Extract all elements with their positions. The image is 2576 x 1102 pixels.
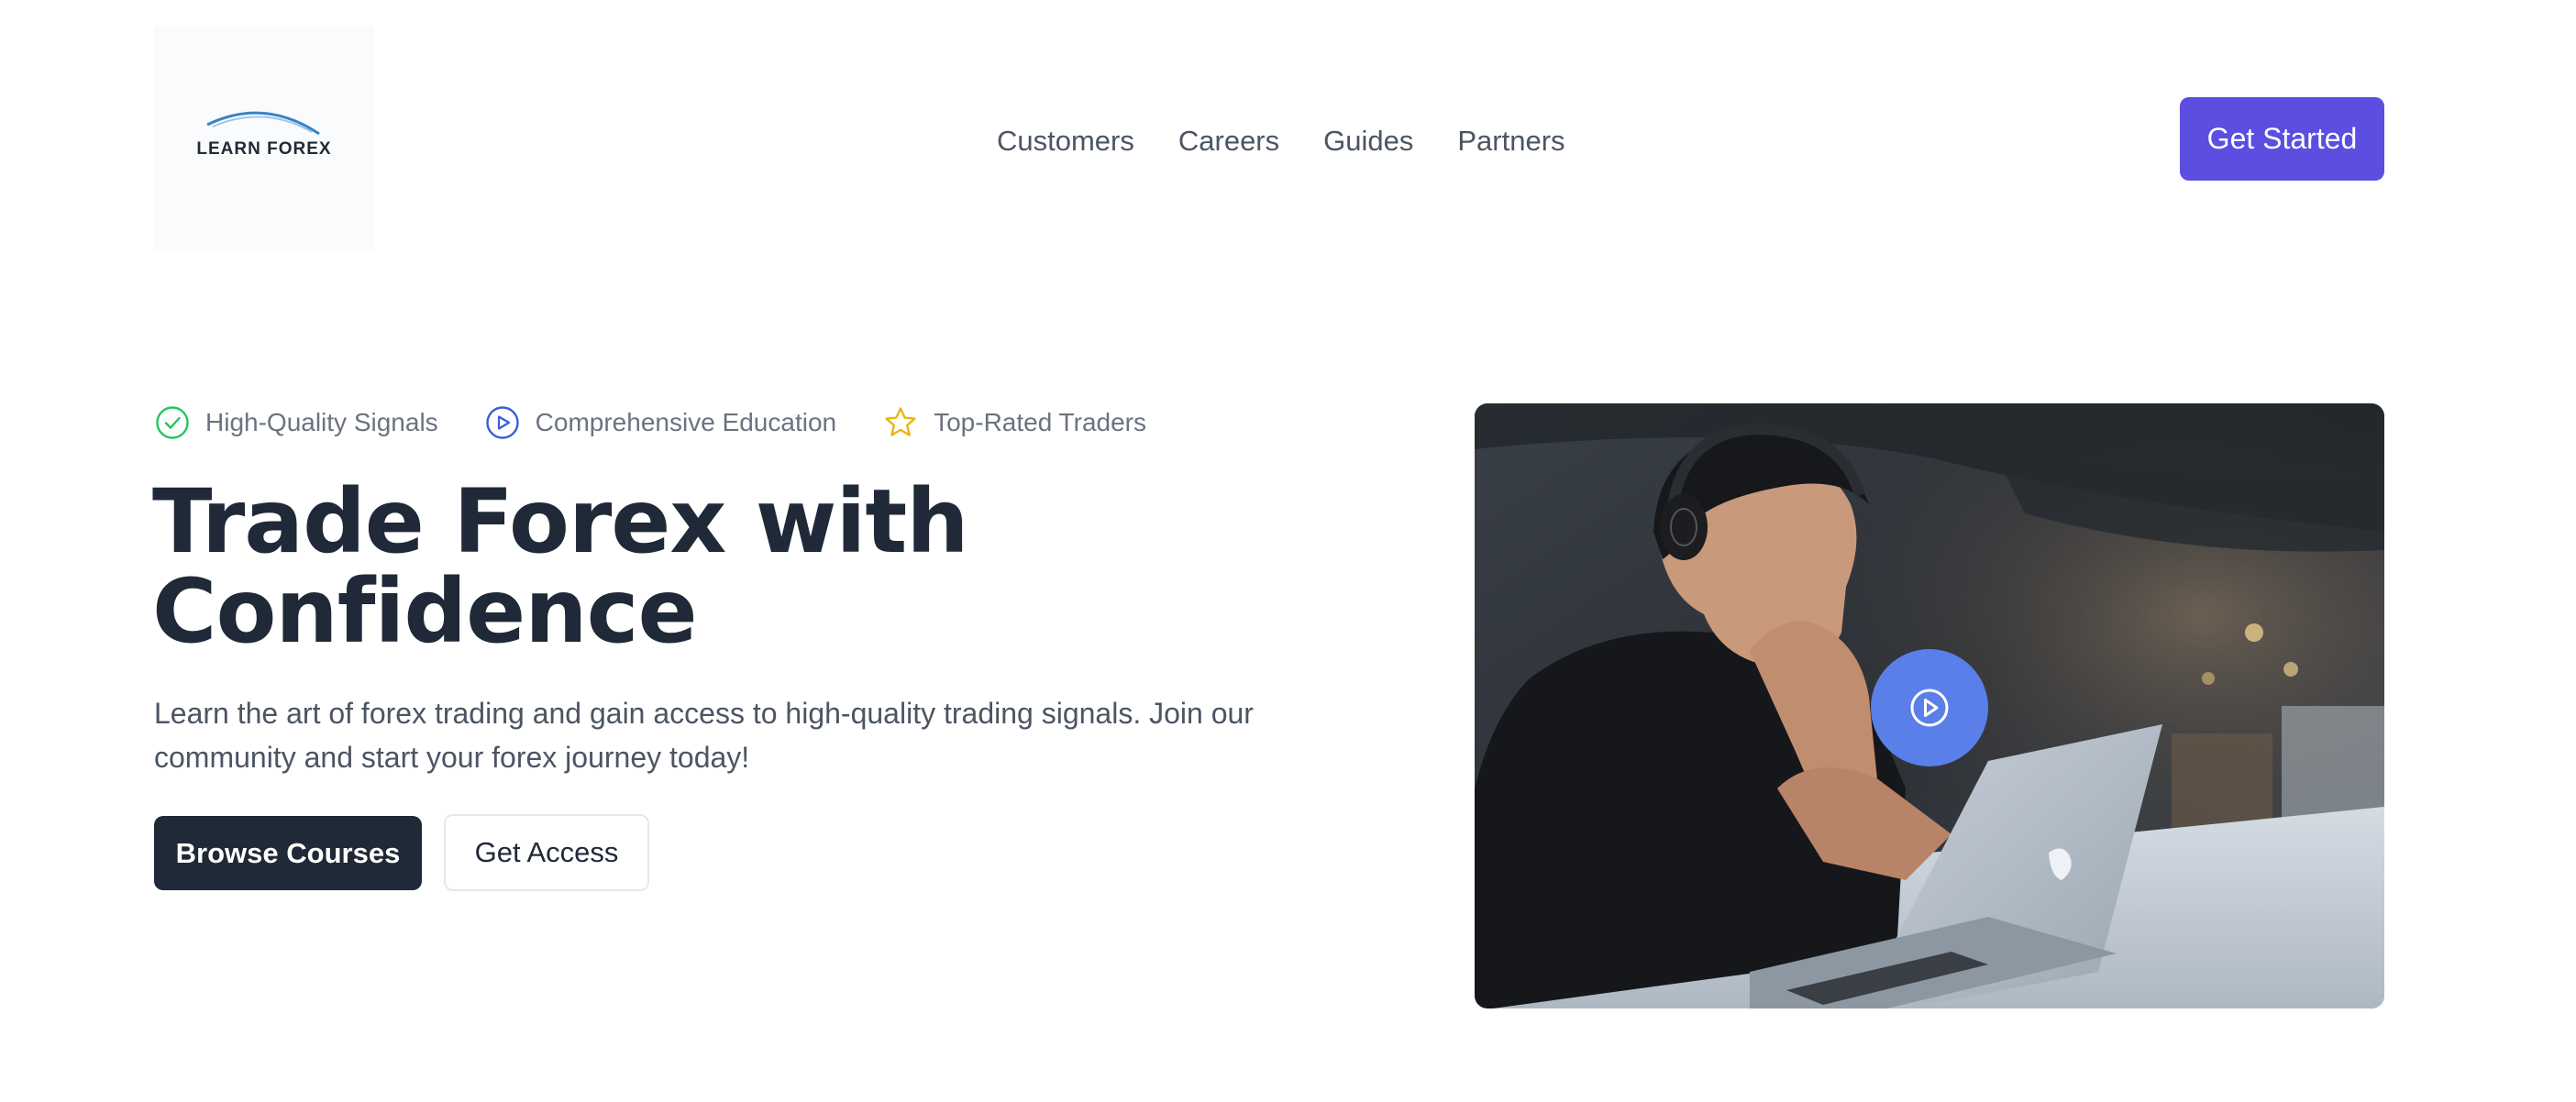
feature-label: Top-Rated Traders: [934, 408, 1146, 436]
feature-list: High-Quality Signals Comprehensive Educa…: [154, 402, 1192, 444]
site-header: LEARN FOREX Customers Careers Guides Par…: [0, 0, 2576, 284]
feature-label: Comprehensive Education: [535, 408, 837, 436]
hero-video[interactable]: [1475, 403, 2384, 1008]
logo-text: LEARN FOREX: [196, 139, 332, 159]
main-nav: Customers Careers Guides Partners: [997, 117, 1565, 165]
hero-description: Learn the art of forex trading and gain …: [154, 697, 1254, 774]
logo[interactable]: LEARN FOREX: [154, 26, 374, 251]
feature-item: Top-Rated Traders: [882, 404, 1146, 441]
nav-link-customers[interactable]: Customers: [997, 125, 1134, 158]
nav-link-partners[interactable]: Partners: [1457, 125, 1564, 158]
hero-title: Trade Forex with Confidence: [152, 477, 1253, 656]
feature-item: High-Quality Signals: [154, 404, 438, 441]
feature-label: High-Quality Signals: [205, 408, 438, 436]
hero-title-line: Trade Forex with: [152, 470, 969, 573]
get-access-button[interactable]: Get Access: [444, 814, 649, 891]
logo-arc-icon: [206, 111, 320, 136]
video-play-button[interactable]: [1871, 649, 1988, 766]
feature-item: Comprehensive Education: [484, 404, 836, 441]
hero-title-line: Confidence: [152, 560, 698, 663]
star-icon: [882, 404, 919, 441]
play-circle-icon: [1910, 689, 1949, 727]
browse-courses-button[interactable]: Browse Courses: [154, 816, 422, 890]
nav-link-guides[interactable]: Guides: [1323, 125, 1413, 158]
play-circle-icon: [484, 404, 521, 441]
check-circle-icon: [154, 404, 191, 441]
nav-link-careers[interactable]: Careers: [1178, 125, 1279, 158]
get-started-button[interactable]: Get Started: [2180, 97, 2384, 181]
